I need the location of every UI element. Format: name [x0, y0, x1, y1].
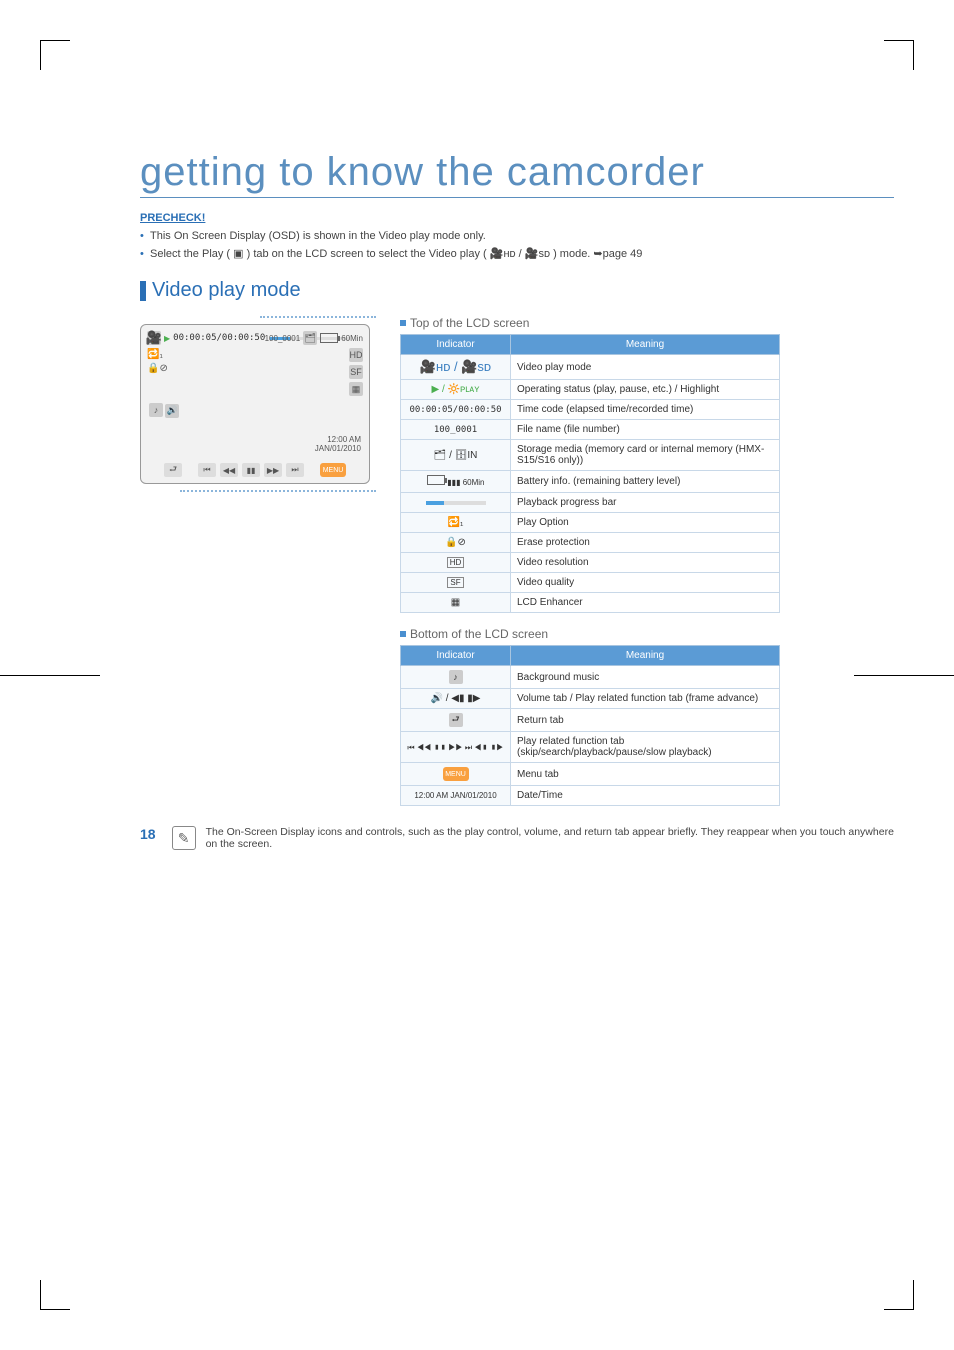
menu-icon: MENU	[320, 463, 346, 477]
row-meaning: Play related function tab (skip/search/p…	[511, 732, 780, 763]
row-meaning: Time code (elapsed time/recorded time)	[511, 400, 780, 420]
storage-icon: 🗂	[303, 331, 317, 345]
row-icon: 🔊 / ◀▮ ▮▶	[431, 693, 481, 704]
row-icon: SF	[447, 577, 463, 588]
note-text: The On-Screen Display icons and controls…	[206, 826, 894, 850]
page-title: getting to know the camcorder	[140, 150, 894, 198]
row-meaning: File name (file number)	[511, 420, 780, 440]
bullet-icon	[400, 631, 406, 637]
row-icon: 🔒⊘	[445, 537, 466, 548]
precheck-bullet: Select the Play ( ▣ ) tab on the LCD scr…	[140, 246, 894, 264]
lcd-mock: 🎥 ▶ 00:00:05/00:00:50 🔁₁ 🔒⊘ 100_0001 🗂	[140, 324, 370, 484]
row-meaning: Volume tab / Play related function tab (…	[511, 689, 780, 709]
row-meaning: Storage media (memory card or internal m…	[511, 440, 780, 471]
timecode-text: 00:00:05/00:00:50	[173, 333, 265, 343]
row-icon: ▮▮▮ 60Min	[447, 478, 484, 487]
top-caption-text: Top of the LCD screen	[410, 316, 529, 330]
note-icon: ✎	[172, 826, 196, 850]
row-icon: ♪	[449, 670, 463, 684]
progress-icon	[426, 501, 486, 505]
row-icon: ▶ / 🔆ᴘʟᴀʏ	[432, 384, 480, 395]
lcd-enhancer-icon: ▦	[349, 382, 363, 396]
row-icon: 12:00 AM JAN/01/2010	[414, 792, 496, 801]
erase-protect-icon: 🔒⊘	[147, 363, 168, 374]
row-meaning: Video quality	[511, 573, 780, 593]
row-meaning: Menu tab	[511, 763, 780, 786]
skip-prev-icon: ⏮	[198, 463, 216, 477]
top-caption: Top of the LCD screen	[400, 316, 894, 330]
row-meaning: Play Option	[511, 513, 780, 533]
precheck-label: PRECHECK!	[140, 212, 894, 224]
video-mode-icon: 🎥	[147, 331, 161, 345]
row-meaning: Video resolution	[511, 553, 780, 573]
row-icon: ▦	[451, 597, 460, 608]
bottom-caption: Bottom of the LCD screen	[400, 627, 894, 641]
row-icon: 100_0001	[434, 425, 477, 435]
row-meaning: LCD Enhancer	[511, 593, 780, 613]
volume-icon: 🔊	[165, 404, 179, 418]
play-option-icon: 🔁₁	[147, 349, 163, 360]
top-table: Indicator Meaning 🎥ʜᴅ / 🎥sᴅ Video play mo…	[400, 334, 780, 613]
resolution-icon: HD	[349, 348, 363, 362]
bottom-table: Indicator Meaning ♪ Background music 🔊 / …	[400, 645, 780, 806]
quality-icon: SF	[349, 365, 363, 379]
date-text: JAN/01/2010	[315, 444, 361, 453]
row-meaning: Video play mode	[511, 355, 780, 380]
forward-icon: ▶▶	[264, 463, 282, 477]
row-icon: 🗂 / 🗄IN	[434, 450, 478, 461]
battery-icon	[320, 333, 338, 343]
th-meaning: Meaning	[511, 646, 780, 666]
row-icon: ⏮ ◀◀ ▮▮ ▶▶ ⏭ ◀▮ ▮▶	[407, 743, 503, 752]
row-meaning: Battery info. (remaining battery level)	[511, 471, 780, 493]
row-icon: 🎥ʜᴅ / 🎥sᴅ	[420, 359, 491, 374]
row-icon: ⮐	[449, 713, 463, 727]
music-icon: ♪	[149, 403, 163, 417]
bullet-icon	[400, 320, 406, 326]
th-indicator: Indicator	[401, 646, 511, 666]
play-icon: ▶	[164, 334, 170, 343]
row-icon: 🔁₁	[448, 517, 464, 528]
time-text: 12:00 AM	[315, 435, 361, 444]
rewind-icon: ◀◀	[220, 463, 238, 477]
section-title: Video play mode	[152, 279, 301, 302]
heading-tick-icon	[140, 281, 146, 301]
battery-icon	[427, 475, 445, 485]
skip-next-icon: ⏭	[286, 463, 304, 477]
precheck-list: This On Screen Display (OSD) is shown in…	[140, 228, 894, 263]
pause-icon: ▮▮	[242, 463, 260, 477]
file-name-text: 100_0001	[265, 334, 301, 343]
row-meaning: Erase protection	[511, 533, 780, 553]
footnote: 18 ✎ The On-Screen Display icons and con…	[140, 826, 894, 850]
row-meaning: Operating status (play, pause, etc.) / H…	[511, 380, 780, 400]
row-meaning: Playback progress bar	[511, 493, 780, 513]
return-icon: ⮐	[164, 463, 182, 477]
bottom-caption-text: Bottom of the LCD screen	[410, 627, 548, 641]
th-meaning: Meaning	[511, 335, 780, 355]
section-heading: Video play mode	[140, 279, 894, 302]
row-icon: HD	[447, 557, 465, 568]
precheck-bullet: This On Screen Display (OSD) is shown in…	[140, 228, 894, 246]
row-icon: 00:00:05/00:00:50	[409, 405, 501, 415]
row-meaning: Background music	[511, 666, 780, 689]
row-icon: MENU	[443, 767, 469, 781]
row-meaning: Date/Time	[511, 786, 780, 806]
th-indicator: Indicator	[401, 335, 511, 355]
battery-text: 60Min	[341, 334, 363, 343]
page-number: 18	[140, 826, 156, 842]
row-meaning: Return tab	[511, 709, 780, 732]
